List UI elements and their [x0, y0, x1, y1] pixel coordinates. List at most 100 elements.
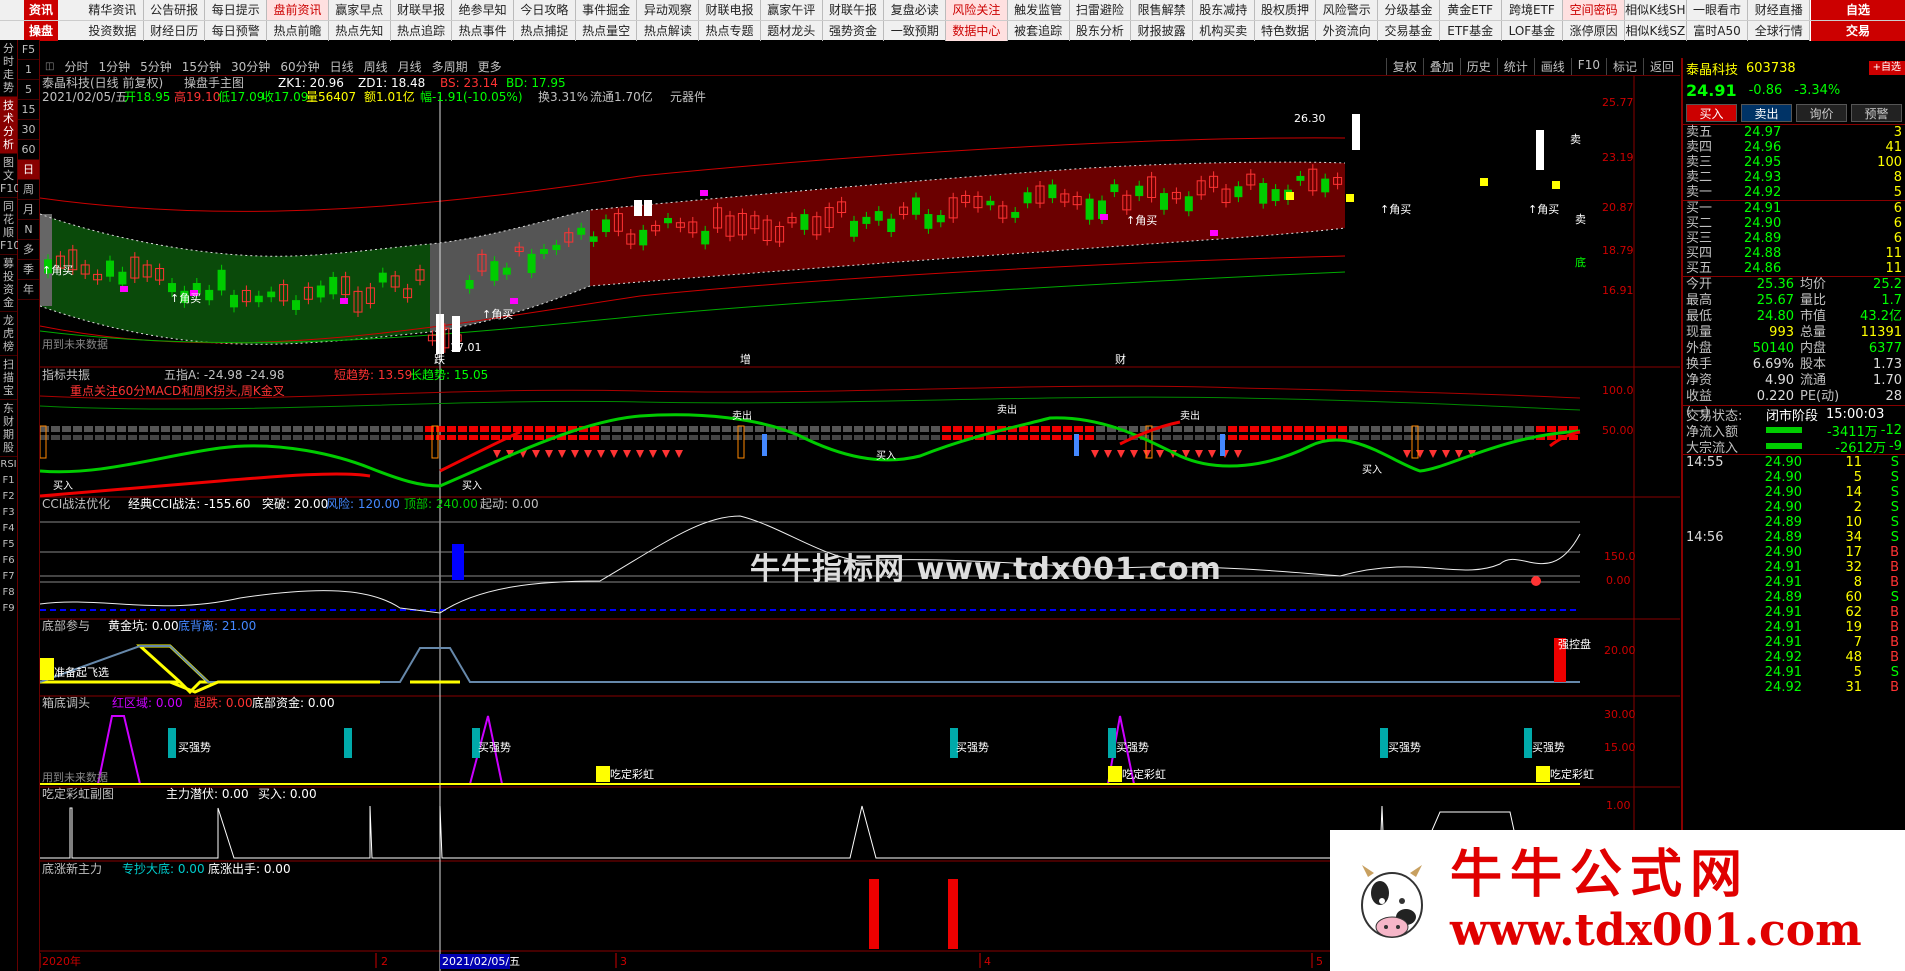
period-side-tab[interactable]: 季 — [18, 260, 39, 280]
nav-item[interactable]: 风险警示 — [1316, 0, 1379, 20]
nav-item[interactable]: 复盘必读 — [884, 0, 947, 20]
bid-row[interactable]: 买一 24.91 6 — [1683, 201, 1905, 216]
caopan-tab[interactable]: 操盘 — [23, 20, 58, 41]
nav-item[interactable]: 交易基金 — [1378, 20, 1440, 41]
period-tab[interactable]: 60分钟 — [275, 58, 324, 75]
tick-list[interactable]: 14:55 24.90 11 S 24.90 5 S 24.90 14 S 24.90 2 S 24.89… — [1683, 454, 1905, 695]
side-icon[interactable]: F7 — [0, 569, 17, 585]
side-tab[interactable]: 同花顺F10 — [0, 198, 20, 255]
period-side-tab[interactable]: 30 — [18, 120, 39, 140]
bid-row[interactable]: 买三 24.89 6 — [1683, 231, 1905, 246]
period-side-tab[interactable]: 5 — [18, 80, 39, 100]
tool-button[interactable]: F10 — [1570, 58, 1606, 75]
nav-item[interactable]: 机构买卖 — [1193, 20, 1255, 41]
alert-button[interactable]: 预警 — [1851, 104, 1902, 122]
side-icon[interactable]: F4 — [0, 521, 17, 537]
period-tab[interactable]: 日线 — [325, 58, 359, 75]
side-tab[interactable]: 东财期股 — [0, 400, 17, 457]
nav-item[interactable]: 财经日历 — [144, 20, 206, 41]
period-side-tab[interactable]: 60 — [18, 140, 39, 160]
nav-item[interactable]: 相似K线SH — [1625, 0, 1687, 20]
side-icon[interactable]: F3 — [0, 505, 17, 521]
nav-item[interactable]: 每日预警 — [205, 20, 268, 41]
side-tab[interactable]: 募投资金 — [0, 255, 17, 312]
nav-item[interactable]: 热点量空 — [576, 20, 638, 41]
nav-item[interactable]: 股东减持 — [1193, 0, 1255, 20]
nav-item[interactable]: 盘前资讯 — [267, 0, 329, 20]
side-tab[interactable]: 扫描宝 — [0, 356, 17, 400]
nav-item[interactable]: 一致预期 — [884, 20, 947, 41]
nav-item[interactable]: 特色数据 — [1255, 20, 1317, 41]
side-icon[interactable]: F9 — [0, 601, 17, 617]
side-tab[interactable]: 图文F10 — [0, 154, 20, 198]
nav-item[interactable]: 数据中心 — [946, 20, 1008, 41]
nav-item[interactable]: 触发监管 — [1008, 0, 1070, 20]
zixun-tab[interactable]: 资讯 — [23, 0, 58, 20]
period-tab[interactable]: 更多 — [473, 58, 507, 75]
nav-item[interactable]: 热点解读 — [637, 20, 700, 41]
period-tab[interactable]: 1分钟 — [93, 58, 135, 75]
side-icon[interactable]: RSI — [0, 457, 17, 473]
nav-item[interactable]: 风险关注 — [946, 0, 1008, 20]
nav-item[interactable]: 热点先知 — [329, 20, 391, 41]
nav-item[interactable]: 绝参早知 — [452, 0, 515, 20]
period-tab[interactable]: 30分钟 — [226, 58, 275, 75]
period-side-tab[interactable]: F5 — [18, 40, 39, 60]
side-tab[interactable]: 分时走势 — [0, 40, 17, 97]
buy-button[interactable]: 买入 — [1686, 104, 1737, 122]
period-side-tab[interactable]: 月 — [18, 200, 39, 220]
nav-item[interactable]: 限售解禁 — [1131, 0, 1193, 20]
period-side-tab[interactable]: 多 — [18, 240, 39, 260]
ask-row[interactable]: 卖一 24.92 5 — [1683, 185, 1905, 200]
tool-button[interactable]: 历史 — [1459, 58, 1497, 75]
sell-button[interactable]: 卖出 — [1741, 104, 1792, 122]
nav-item[interactable]: LOF基金 — [1502, 20, 1564, 41]
tool-button[interactable]: 复权 — [1385, 58, 1423, 75]
nav-item[interactable]: 赢家午评 — [761, 0, 823, 20]
nav-item[interactable]: 财联午报 — [823, 0, 885, 20]
nav-item[interactable]: 黄金ETF — [1440, 0, 1502, 20]
period-side-tab[interactable]: 年 — [18, 280, 39, 300]
period-side-tab[interactable]: N — [18, 220, 39, 240]
bid-row[interactable]: 买五 24.86 11 — [1683, 261, 1905, 276]
nav-item[interactable]: 投资数据 — [82, 20, 144, 41]
nav-item[interactable]: 分级基金 — [1378, 0, 1440, 20]
add-watchlist-button[interactable]: +自选 — [1868, 61, 1905, 75]
nav-item[interactable]: 事件掘金 — [576, 0, 638, 20]
nav-item[interactable]: 富时A50 — [1687, 20, 1749, 41]
tool-button[interactable]: 画线 — [1533, 58, 1571, 75]
nav-item[interactable]: 空间密码 — [1563, 0, 1625, 20]
nav-item[interactable]: 财经直播 — [1748, 0, 1811, 20]
nav-item[interactable]: 全球行情 — [1748, 20, 1811, 41]
inquiry-button[interactable]: 询价 — [1796, 104, 1847, 122]
nav-item[interactable]: 财报披露 — [1131, 20, 1193, 41]
nav-item[interactable]: 热点追踪 — [391, 20, 453, 41]
side-icon[interactable]: F2 — [0, 489, 17, 505]
nav-item[interactable]: 题材龙头 — [761, 20, 823, 41]
nav-item[interactable]: 热点专题 — [699, 20, 761, 41]
nav-item[interactable]: ETF基金 — [1440, 20, 1502, 41]
nav-item[interactable]: 赢家早点 — [329, 0, 391, 20]
trade-tab[interactable]: 交易 — [1810, 20, 1905, 41]
tool-button[interactable]: 返回 — [1642, 58, 1680, 75]
period-side-tab[interactable]: 日 — [18, 160, 39, 180]
bid-row[interactable]: 买二 24.90 6 — [1683, 216, 1905, 231]
watchlist-tab[interactable]: 自选 — [1810, 0, 1905, 20]
nav-item[interactable]: 扫雷避险 — [1070, 0, 1132, 20]
period-tab[interactable]: 分时 — [59, 58, 93, 75]
side-icon[interactable]: F6 — [0, 553, 17, 569]
nav-item[interactable]: 股权质押 — [1255, 0, 1317, 20]
period-tab[interactable]: 15分钟 — [177, 58, 226, 75]
period-tab[interactable]: 多周期 — [427, 58, 473, 75]
side-icon[interactable]: F5 — [0, 537, 17, 553]
period-side-tab[interactable]: 1 — [18, 60, 39, 80]
tool-button[interactable]: 统计 — [1496, 58, 1534, 75]
period-tab[interactable]: 5分钟 — [135, 58, 177, 75]
period-side-tab[interactable]: 15 — [18, 100, 39, 120]
ask-row[interactable]: 卖四 24.96 41 — [1683, 140, 1905, 155]
side-icon[interactable]: F1 — [0, 473, 17, 489]
nav-item[interactable]: 热点事件 — [452, 20, 515, 41]
nav-item[interactable]: 每日提示 — [205, 0, 268, 20]
nav-item[interactable]: 涨停原因 — [1563, 20, 1625, 41]
nav-item[interactable]: 异动观察 — [637, 0, 700, 20]
